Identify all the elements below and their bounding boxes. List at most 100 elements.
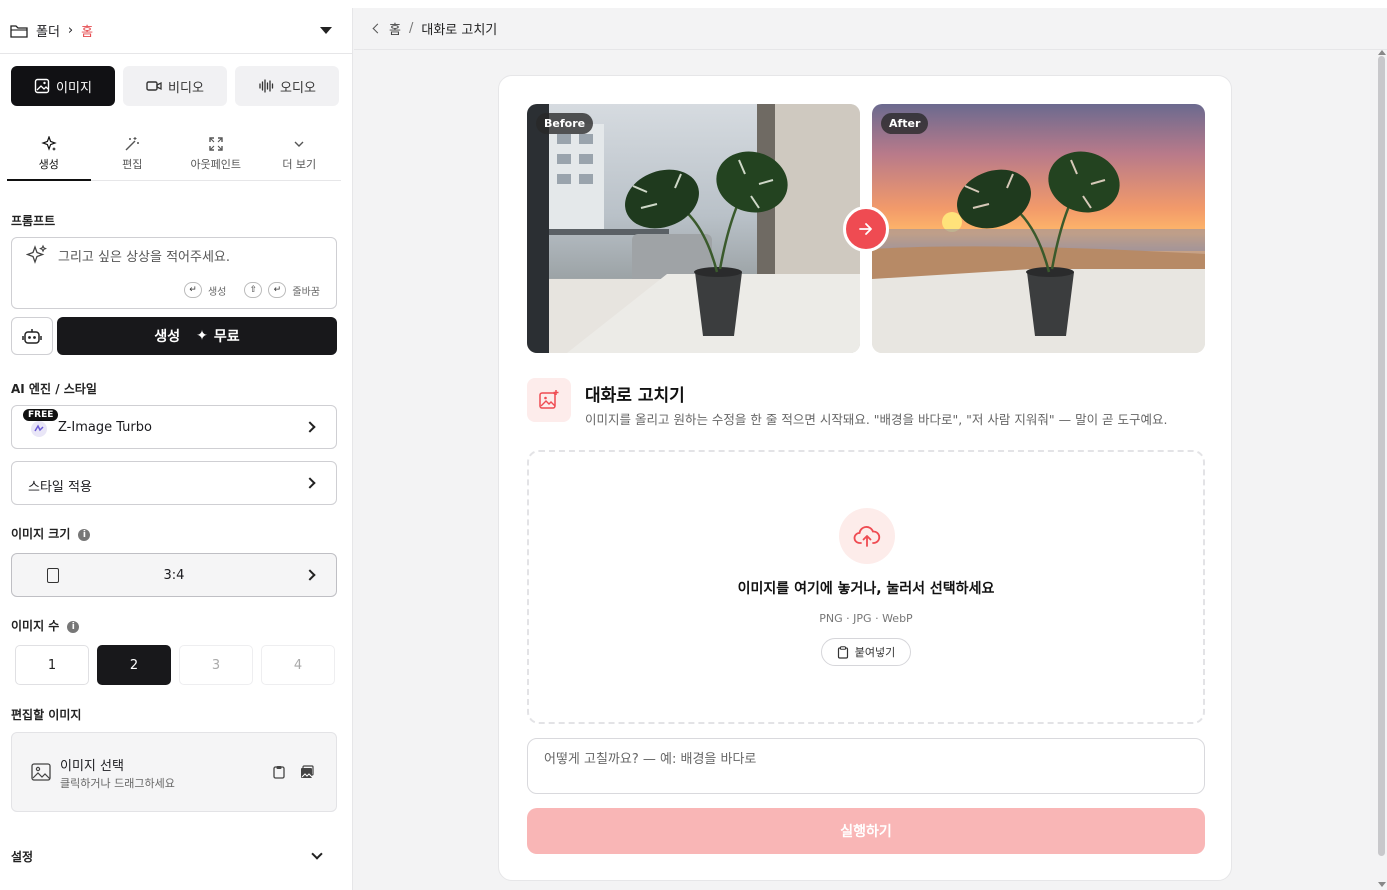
audio-icon <box>259 79 274 93</box>
robot-assistant-button[interactable] <box>11 317 53 355</box>
image-size-select[interactable]: 3:4 <box>11 553 337 597</box>
sidebar: 폴더 › 홈 이미지 비디오 오디오 생성 편집 아웃페인트 더 보기 프롬프트… <box>0 8 353 890</box>
folder-label: 폴더 <box>36 25 60 40</box>
chevron-right-icon: › <box>67 23 74 38</box>
tab-edit-label: 편집 <box>122 158 143 171</box>
feature-description: 이미지를 올리고 원하는 수정을 한 줄 적으면 시작돼요. "배경을 바다로"… <box>585 412 1168 427</box>
tab-audio[interactable]: 오디오 <box>235 66 339 106</box>
tab-outpaint-label: 아웃페인트 <box>190 158 242 171</box>
enter-key-icon: ↵ <box>183 282 202 298</box>
prompt-input[interactable]: 그리고 싶은 상상을 적어주세요. ↵ 생성 ⇧ ↵ 줄바꿈 <box>11 237 337 309</box>
edit-image-title: 이미지 선택 <box>60 759 124 774</box>
clipboard-icon <box>837 645 848 659</box>
main-card: Before After 대화로 고치기 이미지를 올리고 원하는 수정을 한 … <box>498 75 1232 881</box>
before-scene-illustration <box>527 104 860 353</box>
count-option-2[interactable]: 2 <box>97 645 171 685</box>
enter-key-icon: ↵ <box>268 282 287 298</box>
paste-label: 붙여넣기 <box>854 646 896 659</box>
paste-button[interactable]: 붙여넣기 <box>821 638 911 666</box>
edit-image-picker[interactable]: 이미지 선택 클릭하거나 드래그하세요 <box>11 732 337 812</box>
after-tag: After <box>881 113 929 134</box>
scroll-up-icon[interactable] <box>1378 50 1386 55</box>
folder-icon <box>10 24 28 38</box>
image-icon <box>34 78 50 94</box>
style-select[interactable]: 스타일 적용 <box>11 461 337 505</box>
style-label: 스타일 적용 <box>28 480 92 495</box>
cloud-upload-icon <box>839 508 895 564</box>
chevron-right-icon <box>304 421 316 433</box>
chevron-right-icon <box>304 477 316 489</box>
image-count-label: 이미지 수 i <box>11 617 80 634</box>
image-size-label-text: 이미지 크기 <box>11 527 71 541</box>
run-button[interactable]: 실행하기 <box>527 808 1205 854</box>
prompt-placeholder: 그리고 싶은 상상을 적어주세요. <box>58 250 231 265</box>
video-icon <box>146 81 162 91</box>
prompt-label: 프롬프트 <box>11 214 56 228</box>
folder-current: 홈 <box>81 25 94 40</box>
engine-name: Z-Image Turbo <box>58 420 152 435</box>
engine-label: AI 엔진 / 스타일 <box>11 382 97 396</box>
arrow-right-icon <box>843 206 889 252</box>
image-size-label: 이미지 크기 i <box>11 525 91 542</box>
before-tag: Before <box>536 113 594 134</box>
image-dropzone[interactable]: 이미지를 여기에 놓거나, 눌러서 선택하세요 PNG · JPG · WebP… <box>527 450 1205 724</box>
info-icon[interactable]: i <box>67 620 80 633</box>
scroll-down-icon[interactable] <box>1378 882 1386 887</box>
back-chevron-icon[interactable] <box>372 23 383 34</box>
expand-icon <box>209 137 223 151</box>
image-icon <box>31 763 51 781</box>
tab-more-label: 더 보기 <box>282 158 317 171</box>
instruction-input[interactable] <box>527 738 1205 794</box>
magic-wand-icon <box>125 137 140 151</box>
engine-logo-icon <box>31 421 47 437</box>
tab-video-label: 비디오 <box>168 80 204 96</box>
chevron-down-icon <box>294 141 304 147</box>
edit-image-label: 편집할 이미지 <box>11 708 82 722</box>
hint-generate: 생성 <box>207 286 227 298</box>
image-edit-icon <box>527 378 571 422</box>
sparkles-icon <box>40 136 57 151</box>
count-option-4[interactable]: 4 <box>261 645 335 685</box>
chevron-down-icon <box>311 848 323 860</box>
before-image: Before <box>527 104 860 353</box>
count-option-3[interactable]: 3 <box>179 645 253 685</box>
robot-icon <box>22 329 42 344</box>
generate-label: 생성 <box>154 329 181 345</box>
tab-image[interactable]: 이미지 <box>11 66 115 106</box>
tab-image-label: 이미지 <box>56 80 92 96</box>
breadcrumb-separator: / <box>408 21 414 36</box>
info-icon[interactable]: i <box>78 528 91 541</box>
caret-down-icon[interactable] <box>320 27 332 34</box>
generate-price: 무료 <box>213 329 240 345</box>
breadcrumb-current: 대화로 고치기 <box>421 23 498 38</box>
tab-audio-label: 오디오 <box>280 80 316 96</box>
sparkle-icon: ✦ <box>196 328 208 344</box>
image-count-label-text: 이미지 수 <box>11 619 60 633</box>
settings-toggle[interactable]: 설정 <box>11 848 327 865</box>
clipboard-icon[interactable] <box>272 765 286 779</box>
tab-edit[interactable]: 편집 <box>91 134 175 180</box>
image-size-value: 3:4 <box>163 568 185 583</box>
hint-newline: 줄바꿈 <box>292 286 320 298</box>
count-option-1[interactable]: 1 <box>15 645 89 685</box>
tab-video[interactable]: 비디오 <box>123 66 227 106</box>
media-tabs: 이미지 비디오 오디오 <box>11 66 339 106</box>
breadcrumb-home[interactable]: 홈 <box>389 19 401 38</box>
generate-button[interactable]: 생성 ✦ 무료 <box>57 317 337 355</box>
gallery-icon[interactable] <box>300 765 314 779</box>
edit-image-subtitle: 클릭하거나 드래그하세요 <box>60 777 175 790</box>
shift-key-icon: ⇧ <box>244 282 263 298</box>
engine-select[interactable]: FREE Z-Image Turbo <box>11 405 337 449</box>
tab-outpaint[interactable]: 아웃페인트 <box>174 134 258 180</box>
prompt-hints: ↵ 생성 ⇧ ↵ 줄바꿈 <box>183 282 320 298</box>
breadcrumb: 홈 / 대화로 고치기 <box>354 8 1387 50</box>
window-top-strip <box>0 0 1387 8</box>
dropzone-formats: PNG · JPG · WebP <box>819 612 913 625</box>
tab-generate[interactable]: 생성 <box>7 134 91 181</box>
tab-more[interactable]: 더 보기 <box>258 134 342 180</box>
scrollbar[interactable] <box>1378 56 1385 856</box>
after-scene-illustration <box>872 151 1205 353</box>
feature-title: 대화로 고치기 <box>585 386 685 406</box>
tab-generate-label: 생성 <box>38 158 59 171</box>
folder-selector[interactable]: 폴더 › 홈 <box>0 8 352 54</box>
